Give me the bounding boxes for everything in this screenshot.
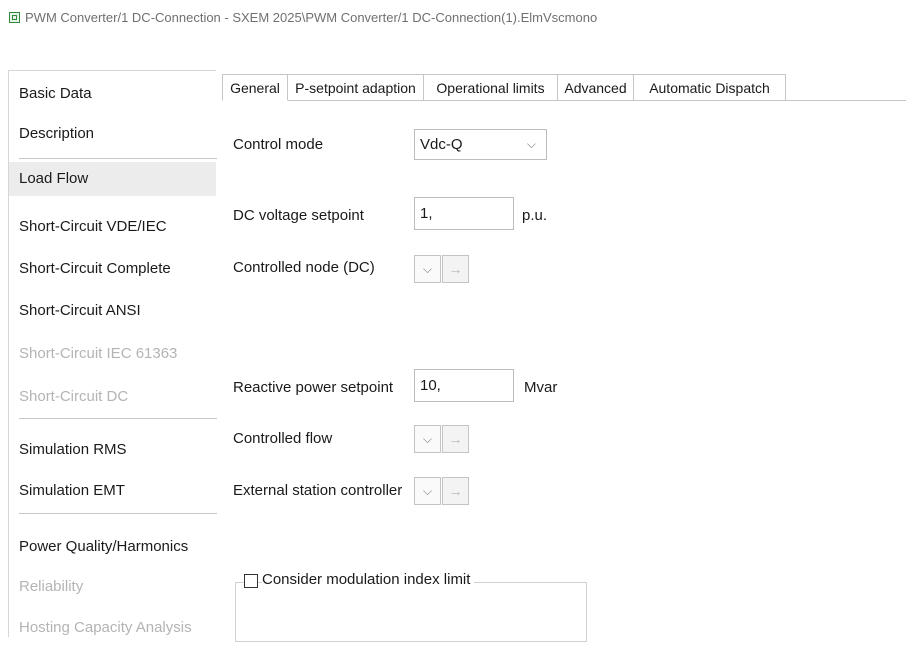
chevron-down-icon[interactable]: ⌵ [414,425,441,453]
sidebar-item-hosting-capacity: Hosting Capacity Analysis [19,619,192,636]
chevron-down-icon[interactable]: ⌵ [414,477,441,505]
tab-advanced[interactable]: Advanced [558,74,634,101]
tab-operational-limits[interactable]: Operational limits [424,74,558,101]
window-title: PWM Converter/1 DC-Connection - SXEM 202… [25,10,598,25]
external-controller-selector: ⌵ → [414,477,470,505]
controlled-flow-label: Controlled flow [233,430,333,447]
sidebar-item-short-circuit-vde-iec[interactable]: Short-Circuit VDE/IEC [9,210,216,244]
sidebar-item-short-circuit-iec-61363: Short-Circuit IEC 61363 [19,345,178,362]
arrow-right-icon[interactable]: → [442,477,469,505]
dc-voltage-value: 1, [420,205,433,222]
reactive-power-unit: Mvar [524,379,558,396]
control-mode-value: Vdc-Q [420,136,463,153]
chevron-down-icon[interactable]: ⌵ [414,255,441,283]
dc-voltage-unit: p.u. [522,207,548,224]
control-mode-select[interactable]: Vdc-Q ⌵ [414,129,547,160]
reactive-power-input[interactable]: 10, [414,369,514,402]
tab-automatic-dispatch[interactable]: Automatic Dispatch [634,74,786,101]
modulation-limit-checkbox[interactable] [244,574,258,588]
control-mode-label: Control mode [233,136,324,153]
sidebar-item-power-quality[interactable]: Power Quality/Harmonics [9,530,216,564]
sidebar-item-description[interactable]: Description [9,117,216,151]
sidebar-divider [19,418,217,419]
title-bar: PWM Converter/1 DC-Connection - SXEM 202… [0,0,906,40]
tab-p-setpoint-adaption[interactable]: P-setpoint adaption [288,74,424,101]
sidebar-item-reliability: Reliability [19,578,84,595]
sidebar-divider [19,513,217,514]
reactive-power-label: Reactive power setpoint [233,379,394,396]
sidebar-item-basic-data[interactable]: Basic Data [9,77,216,111]
controlled-node-selector: ⌵ → [414,255,470,283]
sidebar-item-short-circuit-complete[interactable]: Short-Circuit Complete [9,252,216,286]
sidebar-item-simulation-emt[interactable]: Simulation EMT [9,474,216,508]
modulation-group [235,582,587,642]
modulation-limit-label[interactable]: Consider modulation index limit [262,571,475,588]
chevron-down-icon: ⌵ [526,137,536,151]
sidebar-divider [19,158,217,159]
dc-voltage-input[interactable]: 1, [414,197,514,230]
external-controller-label: External station controller [233,482,403,499]
dc-voltage-label: DC voltage setpoint [233,207,364,224]
page-sidebar: Basic Data Description Load Flow Short-C… [8,70,217,637]
sidebar-item-load-flow[interactable]: Load Flow [9,162,216,196]
reactive-power-value: 10, [420,377,441,394]
sidebar-item-short-circuit-dc: Short-Circuit DC [19,388,129,405]
arrow-right-icon[interactable]: → [442,255,469,283]
tab-general[interactable]: General [222,74,288,101]
sidebar-item-short-circuit-ansi[interactable]: Short-Circuit ANSI [9,294,216,328]
arrow-right-icon[interactable]: → [442,425,469,453]
controlled-node-label: Controlled node (DC) [233,259,375,276]
controlled-flow-selector: ⌵ → [414,425,470,453]
sidebar-item-simulation-rms[interactable]: Simulation RMS [9,433,216,467]
grid-component-icon [9,12,20,23]
